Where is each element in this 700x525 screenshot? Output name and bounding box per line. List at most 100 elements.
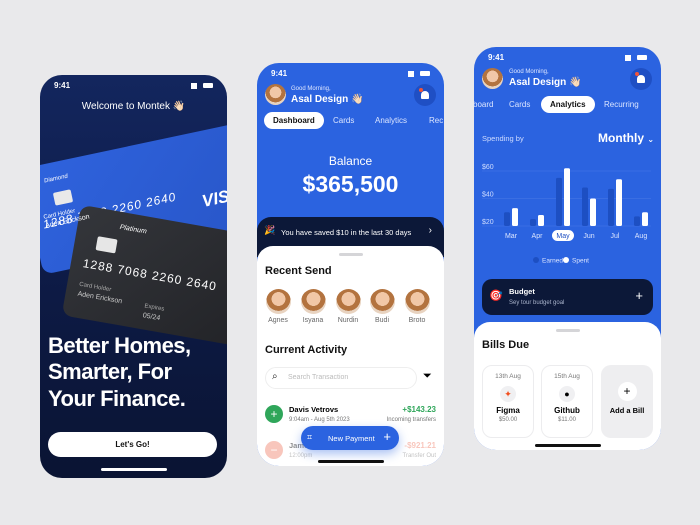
- card-tier: Diamond: [43, 173, 69, 185]
- sheet-handle[interactable]: [555, 329, 580, 332]
- bills-sheet: Bills Due 13th Aug ✦ Figma $50.00 15th A…: [474, 322, 661, 450]
- card-holder: Aden Erickson: [76, 290, 123, 306]
- tab-dashboard[interactable]: Dashboard: [264, 112, 324, 129]
- recent-contact[interactable]: Isyana: [298, 289, 328, 324]
- tab-dashboard[interactable]: board: [474, 96, 502, 113]
- x-tick-label[interactable]: Apr: [532, 233, 544, 240]
- outgoing-icon: −: [265, 441, 283, 459]
- x-tick-label[interactable]: Mar: [505, 233, 518, 240]
- recent-contact[interactable]: Agnes: [263, 289, 293, 324]
- legend-label: Earned: [542, 258, 563, 265]
- period-value: Monthly: [598, 131, 644, 145]
- search-icon: ⌕: [272, 371, 278, 382]
- status-bar: 9:41: [54, 81, 213, 90]
- github-icon: ●: [559, 386, 575, 402]
- status-bar: 9:41: [488, 53, 647, 62]
- bar-spent: [564, 168, 570, 226]
- bill-card-github[interactable]: 15th Aug ● Github $11.00: [541, 365, 593, 438]
- chevron-down-icon: ⌄: [647, 135, 655, 144]
- balance-amount: $365,500: [302, 171, 399, 197]
- incoming-icon: +: [265, 405, 283, 423]
- bar-earned: [582, 187, 588, 226]
- add-bill-label: Add a Bill: [609, 406, 645, 415]
- notification-bell-icon[interactable]: [414, 84, 436, 106]
- home-indicator: [317, 460, 384, 463]
- add-budget-icon[interactable]: +: [635, 288, 643, 303]
- dashboard-screen: 9:41 Good Morning, Asal Design 👋🏻 Dashbo…: [257, 63, 444, 466]
- legend-label: Spent: [572, 258, 589, 265]
- bar-earned: [504, 212, 510, 226]
- tab-analytics[interactable]: Analytics: [541, 96, 595, 113]
- bar-spent: [512, 208, 518, 226]
- expires-label: Expires: [143, 303, 165, 313]
- new-payment-button[interactable]: ⌗ New Payment +: [301, 426, 399, 450]
- transaction-amount: +$143.23: [402, 405, 436, 414]
- avatar[interactable]: [265, 84, 286, 105]
- status-time: 9:41: [54, 81, 71, 90]
- target-icon: 🎯: [489, 290, 503, 302]
- y-tick-label: $60: [482, 164, 494, 171]
- balance-label: Balance: [328, 154, 373, 168]
- x-tick-label[interactable]: May: [556, 233, 570, 240]
- bar-earned: [608, 188, 614, 226]
- bills-title: Bills Due: [482, 339, 530, 351]
- bill-name: Figma: [496, 406, 520, 415]
- activity-title: Current Activity: [265, 344, 348, 356]
- budget-subtitle: Sey tour budget goal: [509, 300, 565, 306]
- recent-contact[interactable]: Nurdin: [333, 289, 363, 324]
- bar-earned: [530, 219, 536, 226]
- bill-date: 13th Aug: [495, 373, 521, 380]
- figma-icon: ✦: [500, 386, 516, 402]
- legend-marker: [533, 257, 539, 263]
- y-tick-label: $40: [482, 192, 494, 199]
- spending-chart: $60 $40 $20 Mar Apr May Jun Jul Aug Earned Spent: [482, 164, 651, 265]
- headline: Better Homes, Smarter, For Your Finance.: [48, 333, 191, 411]
- tab-recurring[interactable]: Recurring: [595, 96, 648, 113]
- party-icon: 🎉: [264, 225, 276, 235]
- new-payment-label: New Payment: [328, 434, 375, 443]
- transaction-type: Transfer Out: [402, 453, 436, 459]
- transaction-type: Incoming transfers: [386, 417, 436, 423]
- expires-value: 05/24: [142, 312, 161, 323]
- bill-name: Github: [554, 406, 580, 415]
- budget-card[interactable]: 🎯 Budget Sey tour budget goal +: [482, 279, 653, 315]
- transaction-time: 9:04am - Aug 5th 2023: [289, 417, 350, 423]
- user-name: Asal Design 👋🏻: [291, 94, 364, 105]
- greeting: Good Morning,: [509, 69, 549, 75]
- bill-date: 15th Aug: [554, 373, 580, 380]
- plus-icon: +: [383, 429, 391, 444]
- bill-amount: $50.00: [498, 417, 518, 423]
- home-indicator: [100, 468, 167, 471]
- chip-icon: [95, 236, 118, 254]
- user-name: Asal Design 👋🏻: [509, 77, 582, 88]
- scan-icon: ⌗: [307, 432, 313, 442]
- notification-bell-icon[interactable]: [630, 68, 652, 90]
- search-input[interactable]: ⌕ Search Transaction: [265, 367, 417, 389]
- bar-earned: [634, 216, 640, 226]
- recent-contact[interactable]: Broto: [402, 289, 432, 324]
- tab-recurring[interactable]: Rec: [420, 112, 444, 129]
- x-tick-label[interactable]: Aug: [635, 233, 648, 240]
- avatar[interactable]: [482, 68, 503, 89]
- lets-go-button[interactable]: Let's Go!: [48, 432, 217, 457]
- tab-cards[interactable]: Cards: [500, 96, 539, 113]
- bill-card-figma[interactable]: 13th Aug ✦ Figma $50.00: [482, 365, 534, 438]
- welcome-screen: 9:41 Welcome to Montek 👋🏻 Diamond 1288 7…: [40, 75, 227, 478]
- visa-logo: VISA: [200, 184, 227, 211]
- tab-cards[interactable]: Cards: [324, 112, 363, 129]
- add-bill-button[interactable]: + Add a Bill: [601, 365, 653, 438]
- status-time: 9:41: [488, 53, 505, 62]
- recent-contact[interactable]: Budi: [367, 289, 397, 324]
- x-tick-label[interactable]: Jul: [611, 233, 620, 240]
- bar-spent: [538, 215, 544, 226]
- filter-icon[interactable]: ⏷: [423, 370, 432, 383]
- bill-amount: $11.00: [558, 417, 576, 423]
- tab-analytics[interactable]: Analytics: [366, 112, 416, 129]
- x-tick-label[interactable]: Jun: [583, 233, 594, 240]
- home-indicator: [534, 444, 601, 447]
- platinum-card[interactable]: Platinum 1288 7068 2260 2640 Card Holder…: [61, 204, 227, 348]
- period-select[interactable]: Monthly ⌄: [598, 131, 654, 145]
- sheet-handle[interactable]: [338, 253, 363, 256]
- status-time: 9:41: [271, 69, 288, 78]
- plus-icon: +: [617, 382, 637, 401]
